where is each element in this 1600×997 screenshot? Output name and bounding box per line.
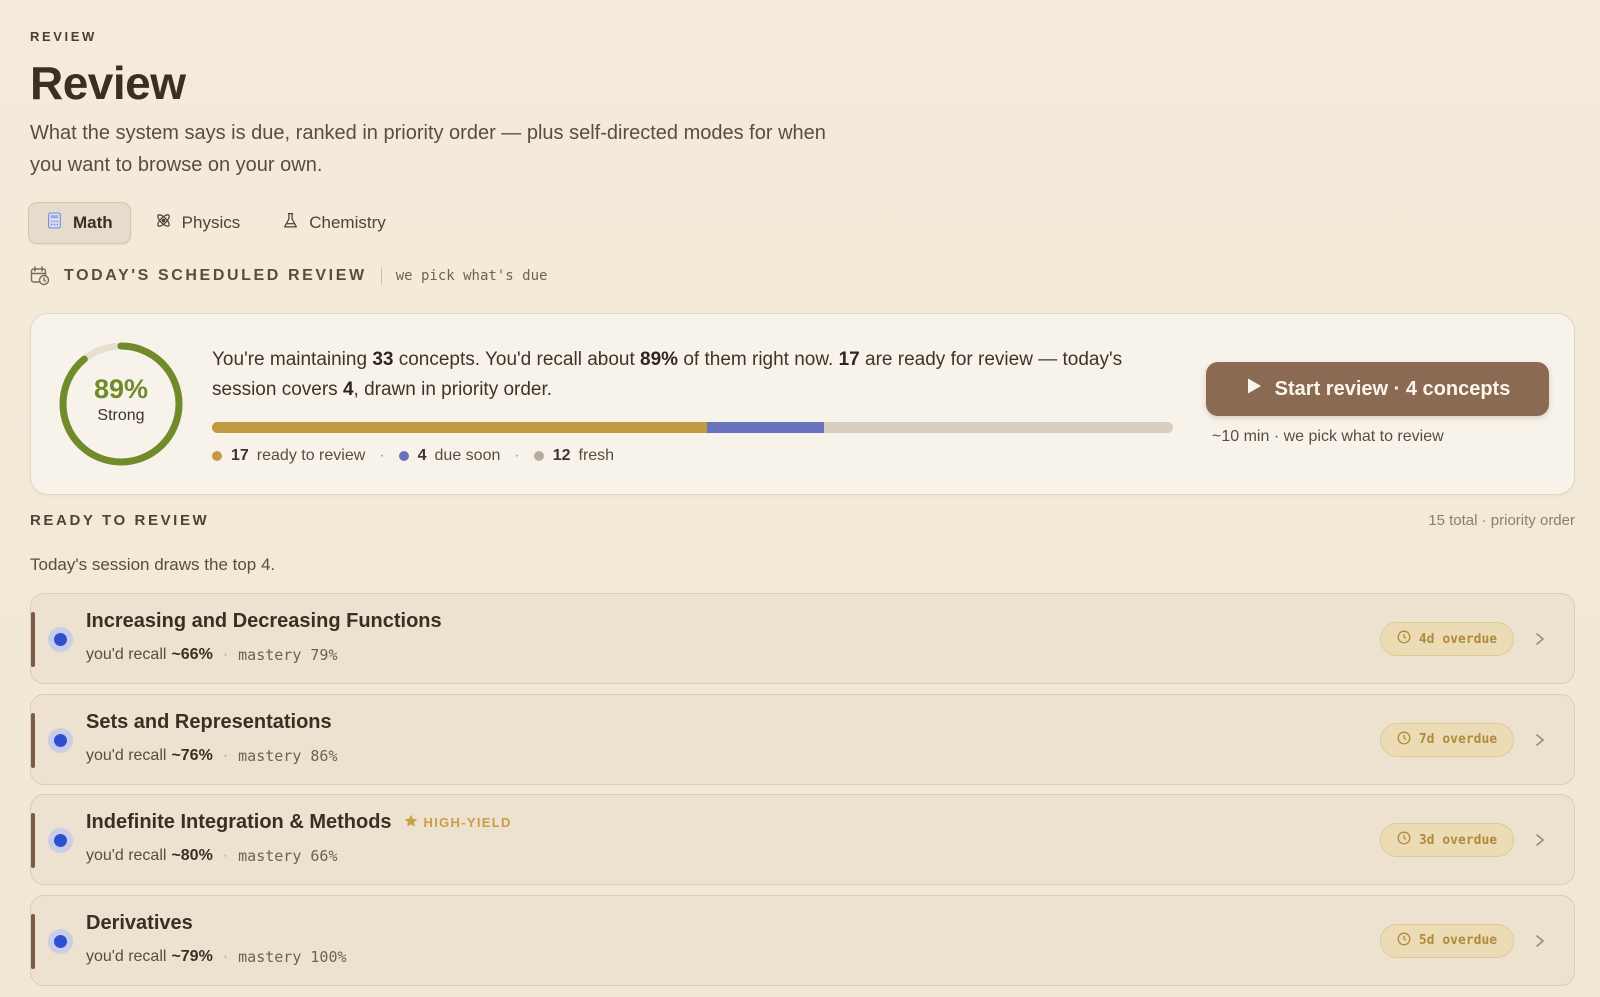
clock-icon [1397,630,1411,648]
star-icon [404,814,418,831]
clock-icon [1397,932,1411,950]
scheduled-review-card: 89% Strong You're maintaining 33 concept… [30,313,1575,495]
concept-meta: you'd recall ~79% · mastery 100% [86,947,347,966]
concept-name: Increasing and Decreasing Functions [86,610,442,632]
calculator-icon [46,212,63,234]
chevron-right-icon[interactable] [1533,729,1547,751]
chevron-right-icon[interactable] [1533,930,1547,952]
review-item[interactable]: Derivatives you'd recall ~79% · mastery 1… [30,894,1575,986]
chevron-right-icon[interactable] [1533,628,1547,650]
recall-value: ~66% [171,646,213,663]
section-title: TODAY'S SCHEDULED REVIEW [64,267,367,284]
subject-tabs: Math Physics Chemistry [28,202,404,244]
priority-bar [31,813,35,868]
high-yield-badge: HIGH-YIELD [404,814,512,831]
tab-label: Chemistry [309,213,386,232]
review-progress-bar [212,422,1173,433]
mastery-value: mastery 86% [238,746,338,765]
clock-icon [1397,731,1411,749]
tab-label: Math [73,213,113,232]
page-subtitle: What the system says is due, ranked in p… [30,122,826,176]
calendar-clock-icon [30,266,50,286]
start-review-label: Start review · 4 concepts [1274,377,1511,400]
flask-icon [282,212,299,234]
legend-label: fresh [578,447,615,464]
tab-label: Physics [181,213,241,232]
recall-value: ~80% [171,847,213,864]
start-review-hint: ~10 min · we pick what to review [1212,428,1444,445]
concept-name: Indefinite Integration & Methods HIGH-YI… [86,811,512,833]
recall-value: ~79% [171,947,213,965]
concept-name: Derivatives [86,911,193,934]
concept-meta: you'd recall ~66% · mastery 79% [86,646,338,664]
mastery-value: mastery 66% [238,847,338,865]
progress-legend: 17 ready to review · 4 due soon · 12 fre… [212,447,614,465]
concepts-count: 33 [372,349,394,370]
legend-count: 12 [552,447,571,464]
summary-text: You're maintaining 33 concepts. You'd re… [212,349,1123,400]
legend-count: 4 [417,447,427,464]
status-dot-icon [48,727,73,753]
overdue-badge: 7d overdue [1380,722,1514,757]
ready-count: 17 [838,349,860,370]
tab-physics[interactable]: Physics [137,202,259,244]
progress-segment [212,422,708,433]
clock-icon [1397,831,1411,849]
start-review-button[interactable]: Start review · 4 concepts [1206,362,1549,416]
priority-bar [31,712,35,768]
retention-status: Strong [97,407,145,424]
section-note: we pick what's due [395,268,548,284]
status-dot-icon [48,627,73,652]
atom-icon [155,212,172,234]
concept-name: Sets and Representations [86,710,332,733]
chevron-right-icon[interactable] [1533,829,1547,851]
page-eyebrow: REVIEW [30,29,97,44]
recall-percent: 89% [640,349,679,370]
tab-math[interactable]: Math [28,202,131,244]
priority-bar [31,913,35,969]
overdue-badge: 5d overdue [1380,923,1514,958]
tab-chemistry[interactable]: Chemistry [264,202,404,244]
overdue-badge: 4d overdue [1380,622,1514,656]
status-dot-icon [48,828,73,853]
ready-to-review-meta: 15 total · priority order [1428,512,1575,529]
retention-percent: 89% [93,374,149,404]
concept-meta: you'd recall ~80% · mastery 66% [86,847,338,865]
recall-value: ~76% [171,746,213,764]
scheduled-review-header: TODAY'S SCHEDULED REVIEW we pick what's … [30,266,547,286]
play-icon [1245,377,1263,401]
divider [380,267,382,285]
progress-segment [707,422,825,433]
legend-count: 17 [231,447,249,464]
status-dot-icon [48,928,73,954]
ready-to-review-subtitle: Today's session draws the top 4. [30,555,276,574]
review-item[interactable]: Increasing and Decreasing Functions you'… [30,593,1575,684]
legend-dot [212,451,222,461]
ready-to-review-title: READY TO REVIEW [30,512,210,529]
legend-dot [533,451,544,461]
review-item[interactable]: Sets and Representations you'd recall ~76… [30,693,1575,785]
session-count: 4 [342,379,354,400]
legend-label: due soon [434,447,501,464]
overdue-badge: 3d overdue [1380,823,1514,857]
review-list: Increasing and Decreasing Functions you'… [30,593,1575,995]
review-item[interactable]: Indefinite Integration & Methods HIGH-YI… [30,794,1575,885]
page-title: Review [30,57,186,109]
legend-label: ready to review [256,447,366,464]
priority-bar [31,612,35,667]
legend-dot [398,451,409,461]
mastery-value: mastery 100% [238,947,347,966]
mastery-value: mastery 79% [238,646,338,664]
concept-meta: you'd recall ~76% · mastery 86% [86,746,338,765]
